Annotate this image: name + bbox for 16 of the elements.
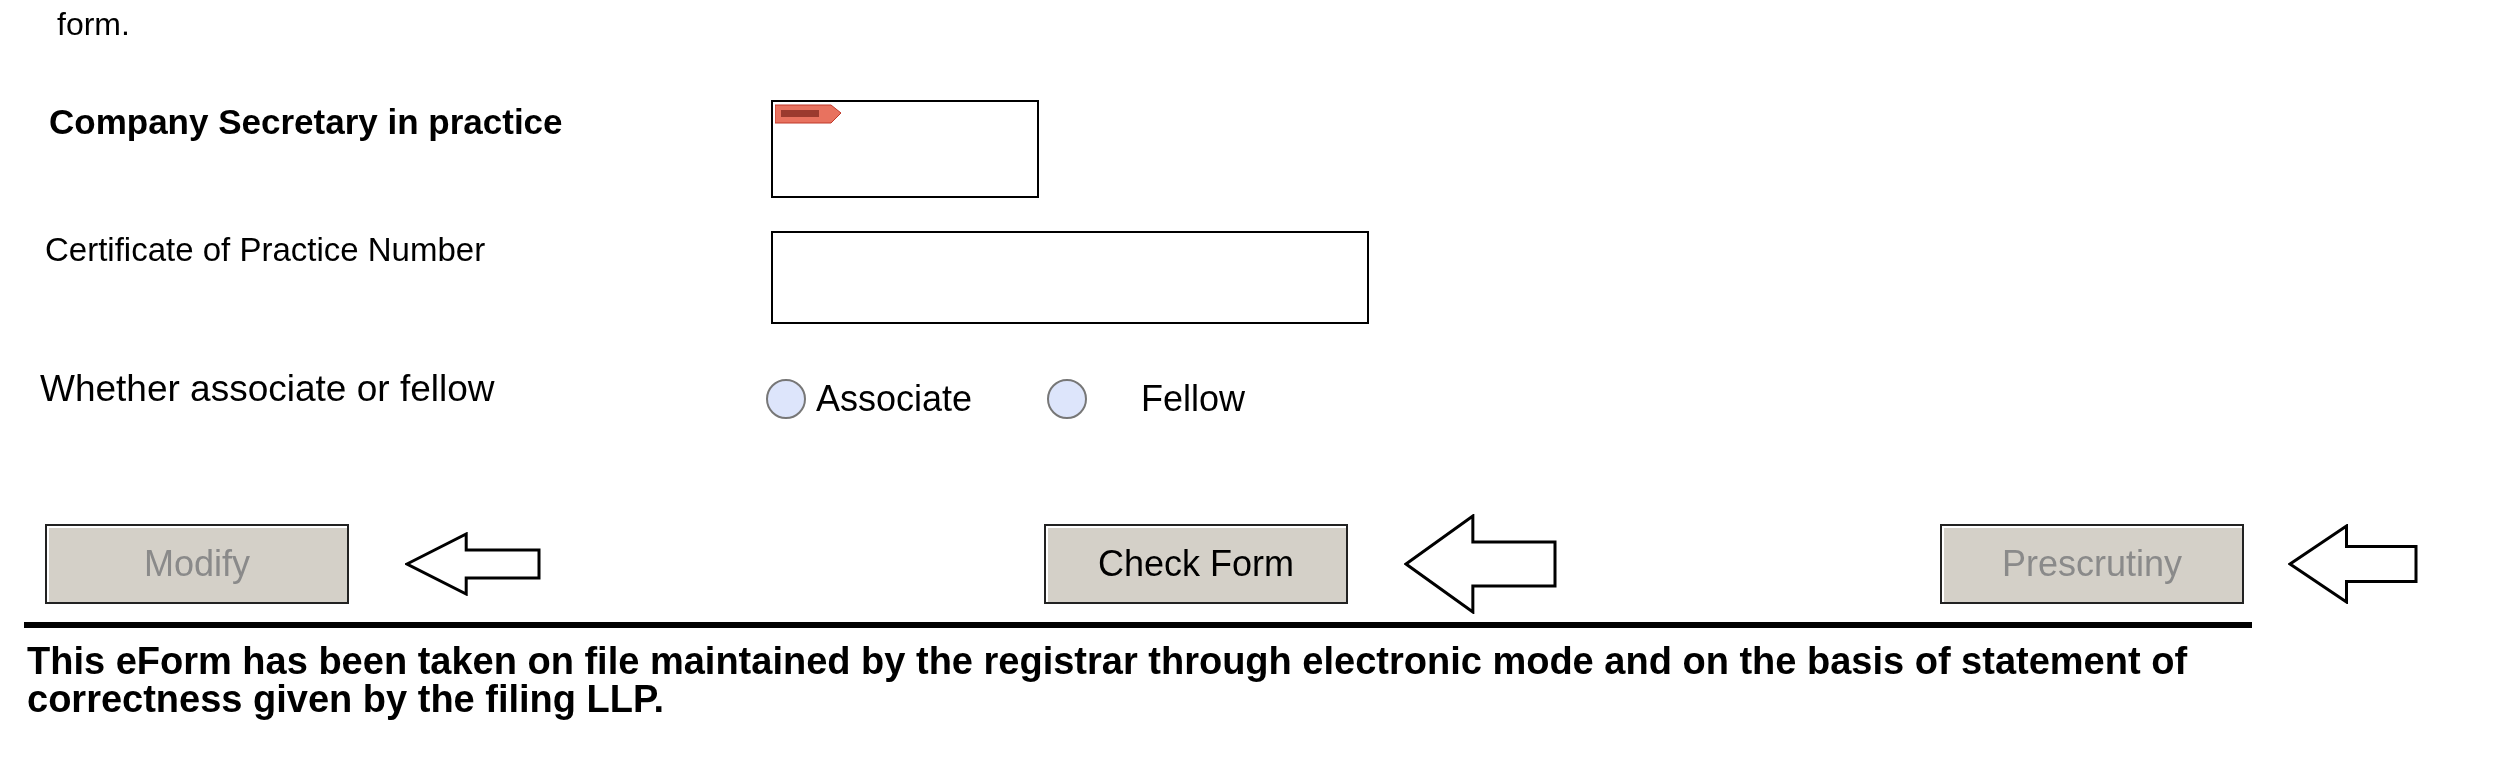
field-label: Certificate of Practice Number: [44, 231, 487, 269]
input-field[interactable]: [771, 231, 1369, 324]
flag-icon: [775, 104, 843, 124]
filing-note: This eForm has been taken on file maintained by the registrar through electronic mode and on the basis of statement of correctness given by the filing LLP.: [27, 642, 2189, 718]
left-arrow-icon: [405, 532, 541, 596]
radio-button[interactable]: [1047, 379, 1088, 419]
radio-label: Associate: [816, 378, 973, 420]
instruction-text: form.: [56, 5, 131, 44]
radio-button[interactable]: [766, 379, 806, 419]
form-button[interactable]: Check Form: [1044, 524, 1348, 604]
input-field[interactable]: [771, 100, 1039, 198]
field-label: Whether associate or fellow: [39, 367, 496, 410]
left-arrow-icon: [1404, 514, 1557, 614]
field-label: Company Secretary in practice: [48, 101, 564, 142]
left-arrow-icon: [2288, 524, 2418, 604]
radio-label: Fellow: [1141, 378, 1246, 420]
